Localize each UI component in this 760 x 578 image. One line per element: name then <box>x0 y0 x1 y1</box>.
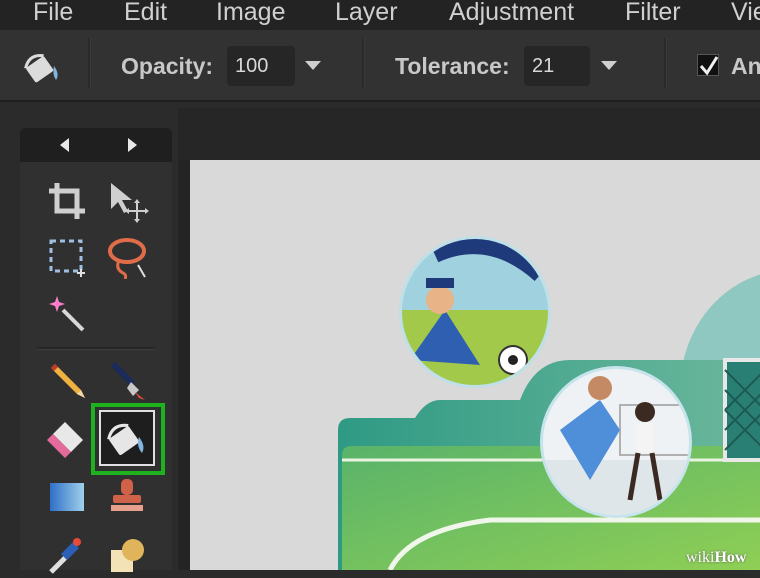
lasso-icon[interactable] <box>103 233 151 281</box>
tools-divider <box>37 347 155 350</box>
tools-panel-nav <box>20 128 172 162</box>
previous-arrow-icon[interactable] <box>60 138 69 152</box>
paint-bucket-icon <box>22 48 64 89</box>
color-replace-icon[interactable] <box>43 530 91 578</box>
magic-wand-icon[interactable] <box>43 290 91 338</box>
divider <box>362 38 365 88</box>
watermark-prefix: wiki <box>686 549 715 566</box>
tolerance-dropdown-icon[interactable] <box>601 61 617 70</box>
menu-filter[interactable]: Filter <box>625 0 681 27</box>
next-arrow-icon[interactable] <box>128 138 137 152</box>
paint-bucket-icon <box>105 417 149 464</box>
divider <box>664 38 667 88</box>
canvas-artwork <box>338 236 760 570</box>
crop-icon[interactable] <box>43 177 91 225</box>
opacity-field[interactable]: 100 <box>227 46 295 86</box>
menu-file[interactable]: File <box>33 0 73 27</box>
opacity-dropdown-icon[interactable] <box>305 61 321 70</box>
shape-icon[interactable] <box>103 530 151 578</box>
clone-stamp-icon[interactable] <box>103 473 151 521</box>
menu-layer[interactable]: Layer <box>335 0 398 27</box>
tolerance-field[interactable]: 21 <box>524 46 590 86</box>
pencil-icon[interactable] <box>43 356 91 404</box>
eraser-icon[interactable] <box>43 414 91 462</box>
antialias-checkbox[interactable] <box>697 54 719 76</box>
move-icon[interactable] <box>103 177 151 225</box>
tool-options-bar: Opacity: 100 Tolerance: 21 An <box>0 30 760 102</box>
check-icon <box>699 56 719 76</box>
image-canvas[interactable] <box>190 160 760 570</box>
menu-view[interactable]: Vie <box>731 0 760 27</box>
watermark-suffix: How <box>714 549 747 566</box>
canvas-tab-strip <box>178 108 760 160</box>
divider <box>88 38 91 88</box>
paint-bucket-tool-button[interactable] <box>99 410 155 466</box>
brush-icon[interactable] <box>103 356 151 404</box>
opacity-label: Opacity: <box>121 53 214 79</box>
menu-image[interactable]: Image <box>216 0 285 27</box>
menu-adjustment[interactable]: Adjustment <box>449 0 574 27</box>
wikihow-watermark: wikiHow <box>686 549 746 567</box>
tolerance-label: Tolerance: <box>395 53 510 79</box>
gradient-icon[interactable] <box>43 473 91 521</box>
menu-bar: File Edit Image Layer Adjustment Filter … <box>0 0 760 30</box>
antialias-label: An <box>731 53 760 79</box>
marquee-select-icon[interactable] <box>43 233 91 281</box>
menu-edit[interactable]: Edit <box>124 0 167 27</box>
